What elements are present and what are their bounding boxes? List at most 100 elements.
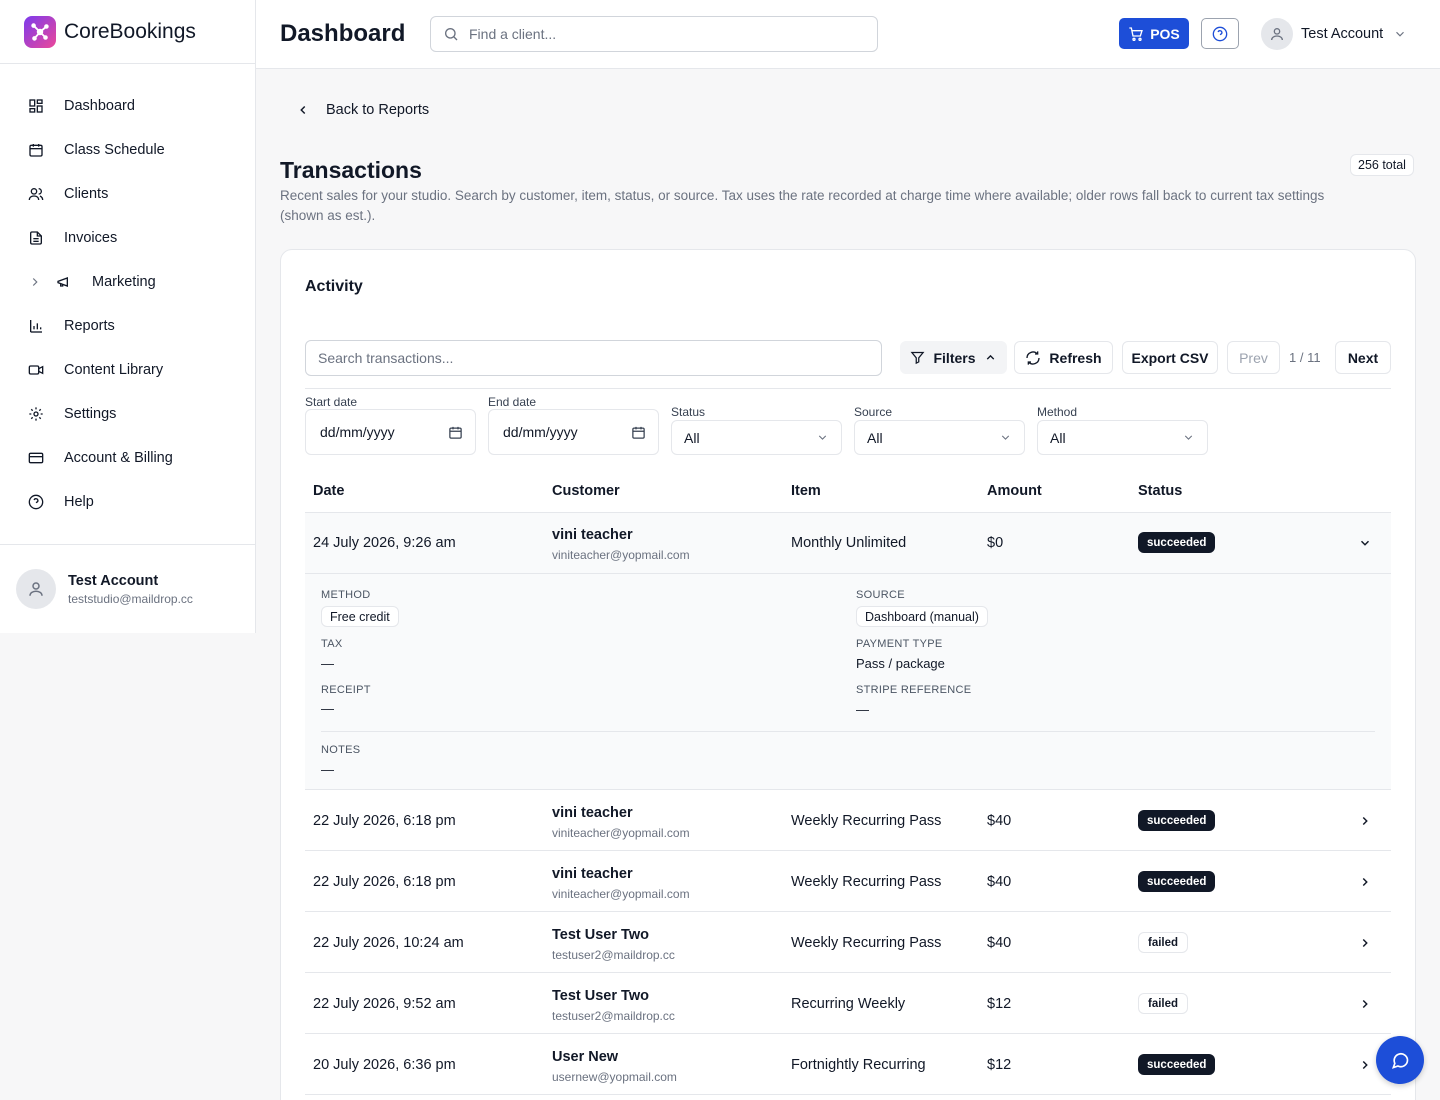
column-header-date[interactable]: Date [313,483,344,499]
client-search-input[interactable] [469,26,849,42]
refresh-button[interactable]: Refresh [1014,341,1113,374]
brand-name: CoreBookings [64,19,196,43]
chevron-down-icon[interactable] [1358,536,1372,550]
status-badge: failed [1138,993,1189,1014]
row-amount: $12 [987,1057,1012,1073]
table-row[interactable]: 22 July 2026, 6:18 pm vini teacher vinit… [305,851,1391,912]
source-filter-value: All [867,429,883,446]
sidebar-item-label: Marketing [92,274,156,290]
chevron-right-icon[interactable] [1358,814,1372,828]
column-header-customer[interactable]: Customer [552,483,620,499]
row-item: Weekly Recurring Pass [791,813,942,829]
method-filter-select[interactable]: All [1037,420,1208,455]
sidebar-item-invoices[interactable]: Invoices [0,216,255,260]
column-header-item[interactable]: Item [791,483,821,499]
chevron-down-icon [1182,431,1195,444]
chevron-right-icon[interactable] [1358,997,1372,1011]
detail-tax-label: TAX [321,638,343,650]
row-customer-name: vini teacher [552,805,633,821]
filters-button[interactable]: Filters [900,341,1007,374]
back-to-reports-link[interactable]: Back to Reports [296,102,429,118]
row-customer-name: Test User Two [552,927,649,943]
start-date-field[interactable]: dd/mm/yyyy [305,409,476,455]
file-text-icon [28,230,44,246]
chat-support-button[interactable] [1376,1036,1424,1084]
sidebar-item-marketing[interactable]: Marketing [0,260,255,304]
layout-grid-icon [28,98,44,114]
column-header-amount[interactable]: Amount [987,483,1042,499]
detail-method-label: METHOD [321,589,371,601]
table-row[interactable]: 20 July 2026, 6:36 pm User New usernew@y… [305,1034,1391,1095]
chevron-right-icon[interactable] [1358,936,1372,950]
activity-title: Activity [305,278,363,295]
row-customer-email: testuser2@maildrop.cc [552,1009,675,1023]
row-date: 22 July 2026, 10:24 am [313,935,464,951]
cart-icon [1128,26,1144,42]
calendar-icon [28,142,44,158]
end-date-field[interactable]: dd/mm/yyyy [488,409,659,455]
sidebar-item-settings[interactable]: Settings [0,392,255,436]
row-item: Fortnightly Recurring [791,1057,926,1073]
detail-receipt-value: — [321,701,334,716]
video-icon [28,362,44,378]
back-label: Back to Reports [326,102,430,118]
sidebar-item-account-billing[interactable]: Account & Billing [0,436,255,480]
account-menu[interactable]: Test Account [1261,18,1407,50]
transaction-search[interactable] [305,340,882,376]
row-customer-name: Test User Two [552,988,649,1004]
prev-page-button[interactable]: Prev [1227,341,1280,374]
row-customer-email: testuser2@maildrop.cc [552,948,675,962]
search-icon [443,26,459,42]
detail-source-label: SOURCE [856,589,905,601]
next-page-button[interactable]: Next [1335,341,1391,374]
detail-payment-type-value: Pass / package [856,656,945,671]
sidebar-item-help[interactable]: Help [0,480,255,524]
table-row[interactable]: 22 July 2026, 9:52 am Test User Two test… [305,973,1391,1034]
detail-tax-value: — [321,656,334,671]
start-date-value: dd/mm/yyyy [320,424,395,440]
chevron-left-icon [296,103,310,117]
sidebar-item-content-library[interactable]: Content Library [0,348,255,392]
chevron-right-icon[interactable] [1358,1058,1372,1072]
chevron-down-icon [816,431,829,444]
row-amount: $40 [987,874,1012,890]
detail-source-value: Dashboard (manual) [856,606,988,627]
status-filter-select[interactable]: All [671,420,842,455]
detail-payment-type-label: PAYMENT TYPE [856,638,943,650]
table-row[interactable]: 22 July 2026, 10:24 am Test User Two tes… [305,912,1391,973]
row-amount: $40 [987,935,1012,951]
row-item: Monthly Unlimited [791,535,907,551]
row-amount: $40 [987,813,1012,829]
refresh-label: Refresh [1049,349,1102,366]
sidebar-item-label: Help [64,494,94,510]
chevron-right-icon[interactable] [1358,875,1372,889]
table-row[interactable]: 22 July 2026, 6:18 pm vini teacher vinit… [305,790,1391,851]
calendar-icon [448,425,463,440]
status-badge: succeeded [1138,532,1216,553]
help-button[interactable] [1201,18,1239,49]
source-filter-label: Source [854,405,893,419]
megaphone-icon [56,274,72,290]
client-search[interactable] [430,16,878,52]
sidebar-item-reports[interactable]: Reports [0,304,255,348]
pos-button[interactable]: POS [1119,18,1189,49]
calendar-icon [631,425,646,440]
export-csv-button[interactable]: Export CSV [1122,341,1218,374]
transaction-search-input[interactable] [318,350,858,366]
sidebar-item-dashboard[interactable]: Dashboard [0,84,255,128]
sidebar-item-clients[interactable]: Clients [0,172,255,216]
column-header-status[interactable]: Status [1138,483,1182,499]
table-row[interactable]: 24 July 2026, 9:26 am vini teacher vinit… [305,513,1391,574]
source-filter-select[interactable]: All [854,420,1025,455]
row-date: 22 July 2026, 9:52 am [313,996,456,1012]
row-item: Recurring Weekly [791,996,906,1012]
sidebar-nav: Dashboard Class Schedule Clients Invoice… [0,64,255,524]
sidebar-user[interactable]: Test Account teststudio@maildrop.cc [0,544,255,633]
row-date: 20 July 2026, 6:36 pm [313,1057,456,1073]
row-amount: $0 [987,535,1004,551]
sidebar-item-label: Invoices [64,230,118,246]
brand[interactable]: CoreBookings [0,0,255,64]
page-title: Transactions [280,157,422,183]
user-name: Test Account [68,572,159,589]
sidebar-item-class-schedule[interactable]: Class Schedule [0,128,255,172]
